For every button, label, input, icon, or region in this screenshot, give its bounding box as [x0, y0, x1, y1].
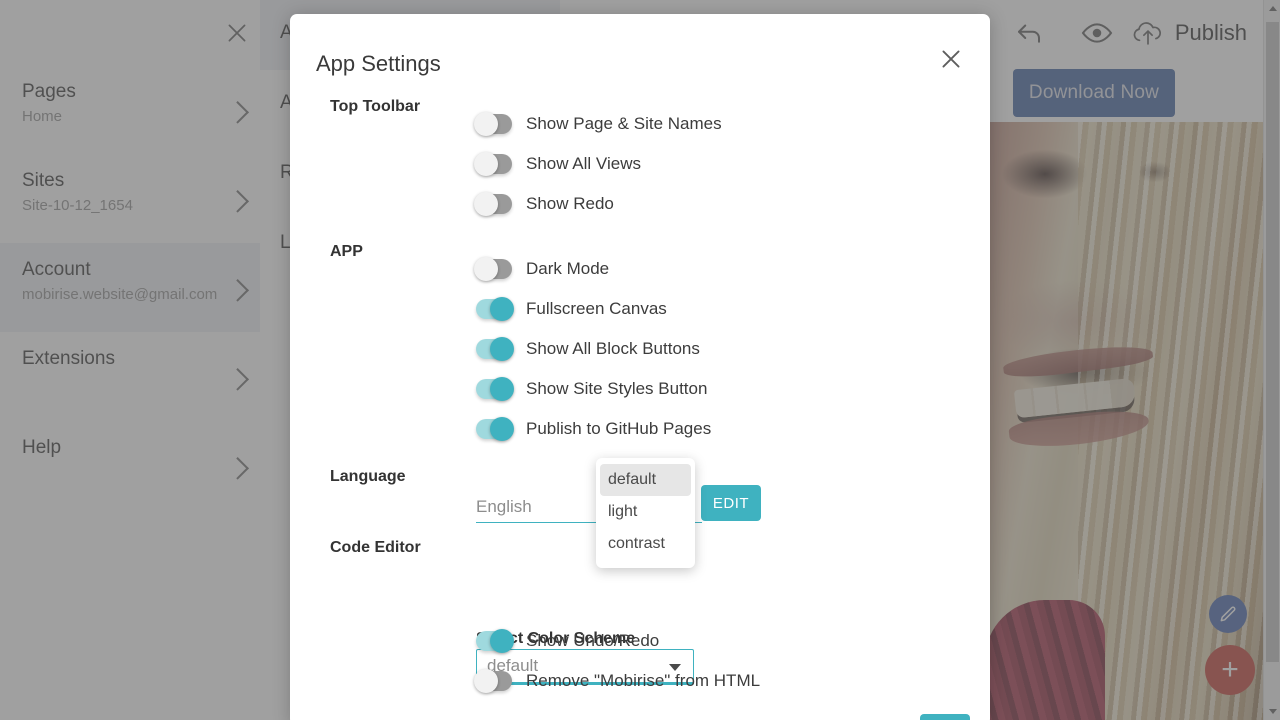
setting-label: Show Redo	[526, 194, 614, 213]
toggle-switch[interactable]	[474, 669, 512, 693]
setting-label: Dark Mode	[526, 259, 610, 278]
settings-sections: Top Toolbar Show Page & Site Names Show …	[290, 84, 990, 720]
setting-label: Show Undo/Redo	[526, 631, 660, 650]
toggle-switch[interactable]	[476, 417, 514, 441]
setting-label: Show Site Styles Button	[526, 379, 708, 398]
setting-label: Fullscreen Canvas	[526, 299, 667, 318]
color-scheme-dropdown[interactable]: default light contrast	[596, 458, 695, 568]
toggle-switch[interactable]	[476, 297, 514, 321]
toggle-switch[interactable]	[476, 337, 514, 361]
section-label-top-toolbar: Top Toolbar	[330, 98, 421, 115]
setting-label: Show All Views	[526, 154, 641, 173]
dialog-bottom-action-button[interactable]	[920, 714, 970, 720]
toggle-switch[interactable]	[474, 257, 512, 281]
close-icon[interactable]	[934, 42, 968, 76]
section-label-language: Language	[330, 468, 406, 485]
setting-label: Show Page & Site Names	[526, 114, 722, 133]
dropdown-option-light[interactable]: light	[596, 496, 695, 528]
section-label-app: APP	[330, 243, 363, 260]
toggle-switch[interactable]	[474, 152, 512, 176]
toggle-switch[interactable]	[476, 377, 514, 401]
setting-show-redo[interactable]: Show Redo	[474, 192, 614, 216]
dialog-title: App Settings	[316, 51, 441, 76]
toggle-switch[interactable]	[474, 192, 512, 216]
setting-label: Remove "Mobirise" from HTML	[526, 671, 761, 690]
setting-show-site-styles-button[interactable]: Show Site Styles Button	[476, 377, 708, 401]
dropdown-option-default[interactable]: default	[600, 464, 691, 496]
section-label-code-editor: Code Editor	[330, 539, 421, 556]
setting-publish-to-github-pages[interactable]: Publish to GitHub Pages	[476, 417, 712, 441]
toggle-switch[interactable]	[476, 629, 514, 653]
setting-label: Publish to GitHub Pages	[526, 419, 712, 438]
edit-button[interactable]: EDIT	[701, 485, 761, 521]
setting-show-page-site-names[interactable]: Show Page & Site Names	[474, 112, 722, 136]
setting-label: Show All Block Buttons	[526, 339, 700, 358]
app-root: Publish Download Now Pages Home Sites Si…	[0, 0, 1280, 720]
setting-show-all-block-buttons[interactable]: Show All Block Buttons	[476, 337, 700, 361]
setting-remove-mobirise-from-html[interactable]: Remove "Mobirise" from HTML	[474, 669, 761, 693]
chevron-down-icon	[669, 664, 681, 671]
dropdown-option-contrast[interactable]: contrast	[596, 528, 695, 560]
setting-show-all-views[interactable]: Show All Views	[474, 152, 641, 176]
app-settings-dialog: App Settings Top Toolbar Show Page & Sit…	[290, 14, 990, 720]
setting-show-undo-redo[interactable]: Show Undo/Redo	[476, 629, 660, 653]
toggle-switch[interactable]	[474, 112, 512, 136]
setting-fullscreen-canvas[interactable]: Fullscreen Canvas	[476, 297, 667, 321]
setting-dark-mode[interactable]: Dark Mode	[474, 257, 610, 281]
